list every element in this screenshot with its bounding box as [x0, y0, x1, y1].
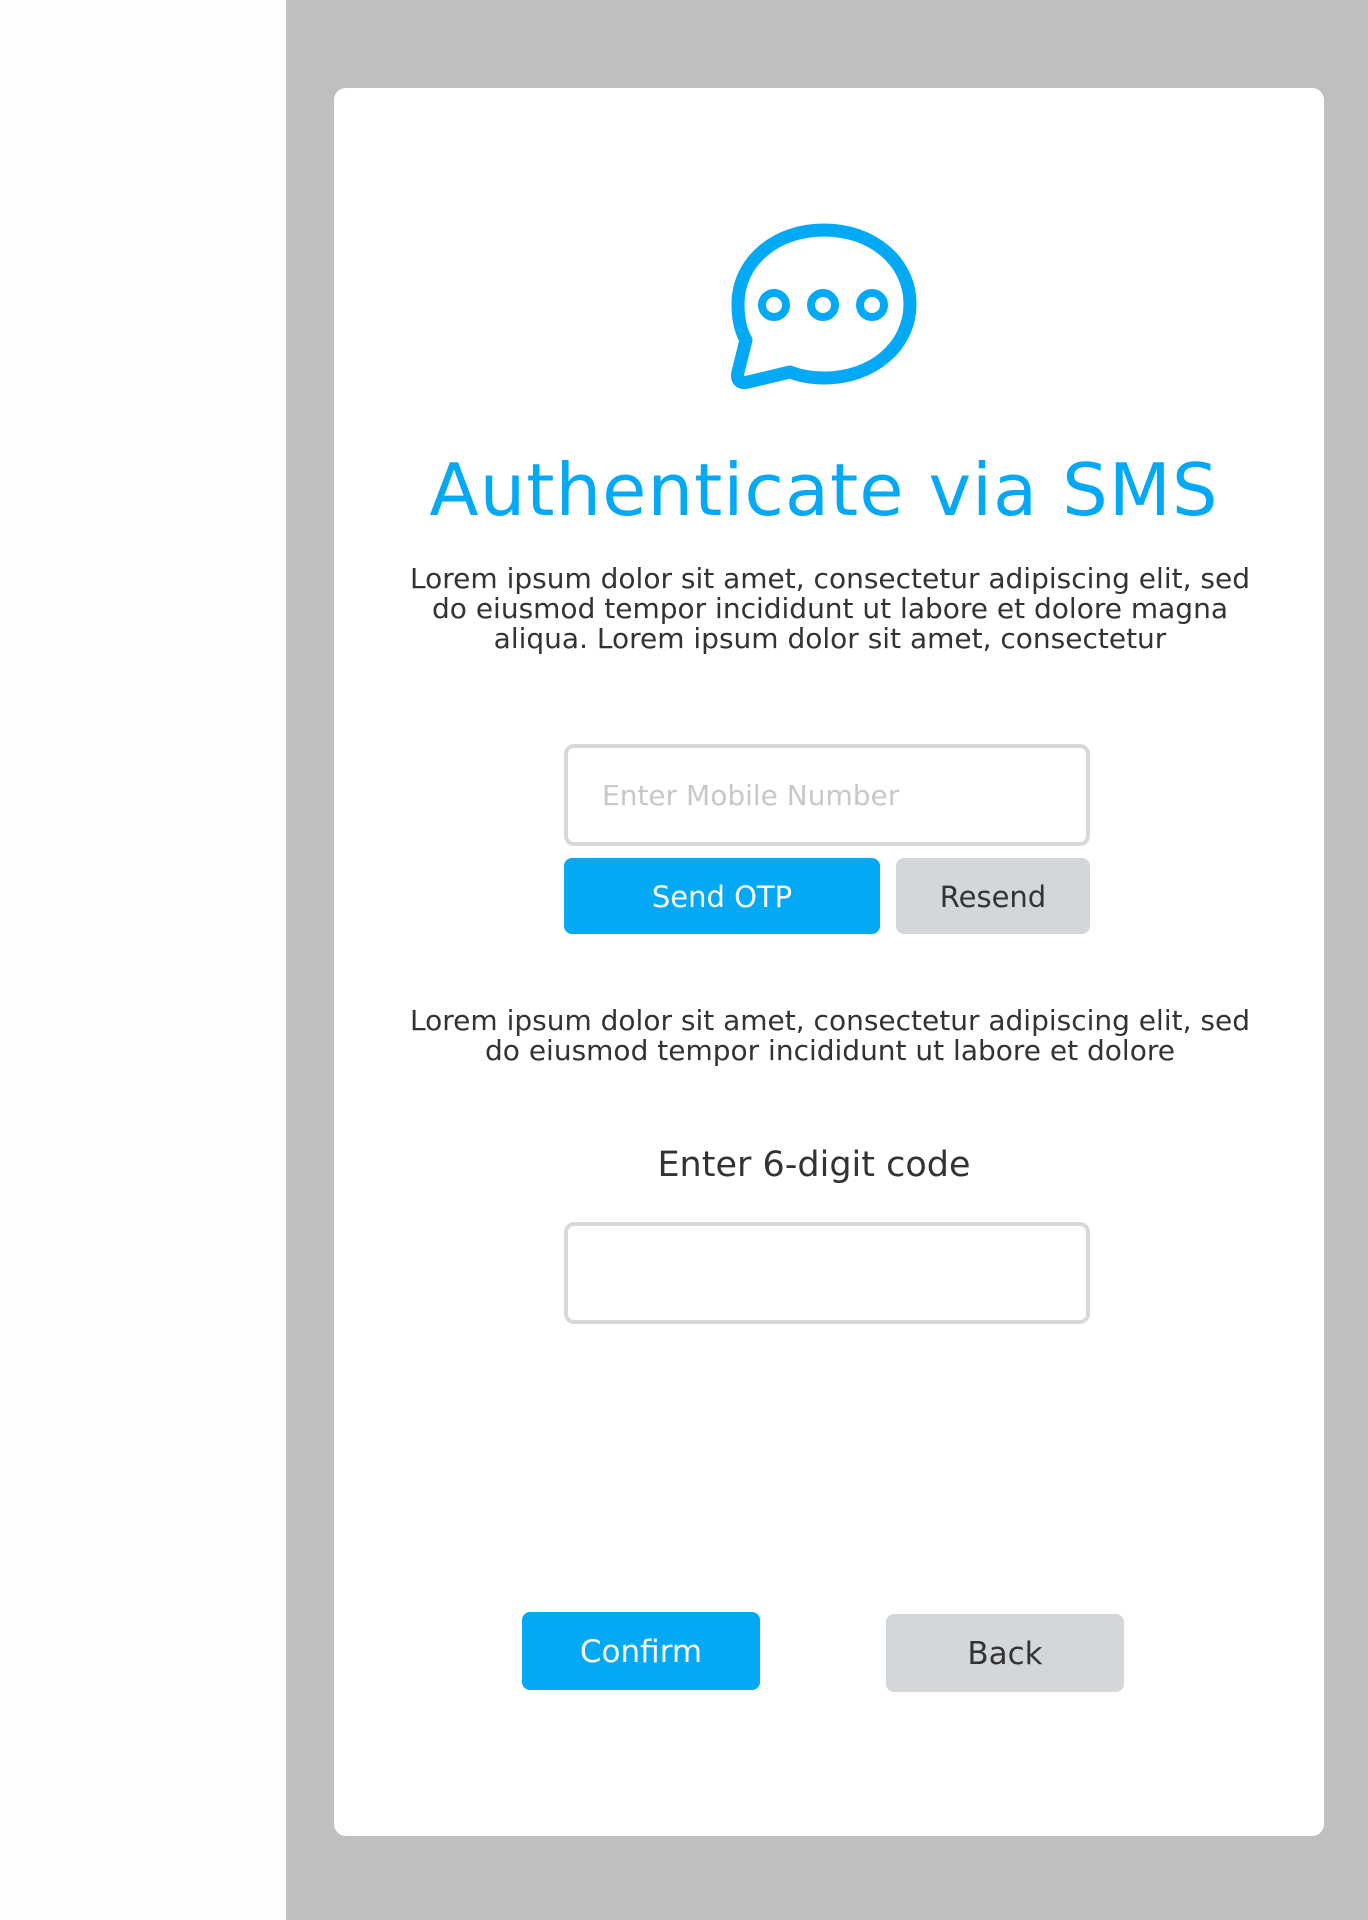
resend-button[interactable]: Resend — [896, 858, 1090, 934]
intro-description: Lorem ipsum dolor sit amet, consectetur … — [410, 562, 1250, 655]
left-panel — [0, 0, 286, 1920]
send-otp-button[interactable]: Send OTP — [564, 858, 880, 934]
mobile-number-input[interactable] — [564, 744, 1090, 846]
chat-bubble-dots-icon — [731, 223, 917, 389]
code-label: Enter 6-digit code — [657, 1145, 971, 1185]
back-button[interactable]: Back — [886, 1614, 1124, 1692]
confirm-button[interactable]: Confirm — [522, 1612, 760, 1690]
otp-code-input[interactable] — [564, 1222, 1090, 1324]
page-title: Authenticate via SMS — [429, 448, 1219, 532]
otp-description: Lorem ipsum dolor sit amet, consectetur … — [410, 1004, 1250, 1067]
